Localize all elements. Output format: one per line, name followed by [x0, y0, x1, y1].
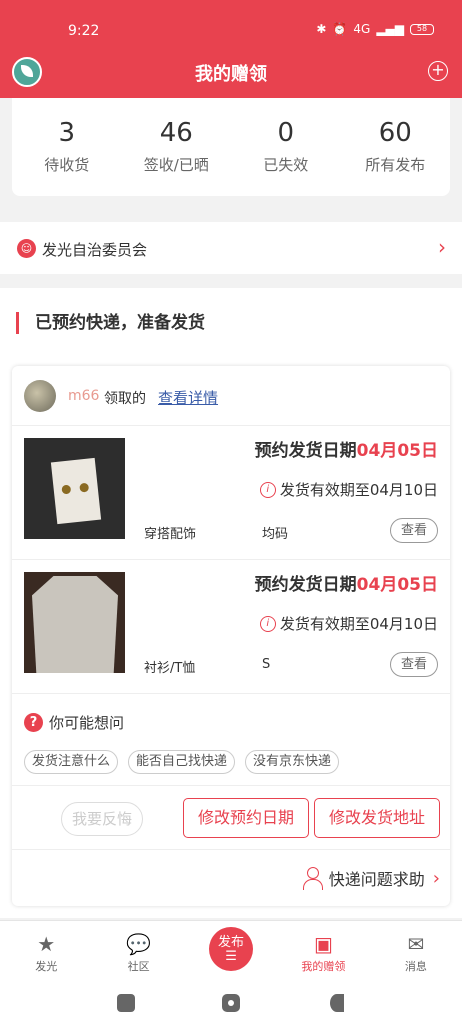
- valid-until-text: 发货有效期至04月10日: [279, 615, 438, 633]
- info-icon: i: [259, 481, 276, 498]
- nav-label: 发光: [35, 960, 58, 973]
- star-icon: ★: [37, 932, 56, 956]
- stat-value: 46: [159, 118, 193, 148]
- bottom-nav: ★ 发光 💬 社区 发布 ☰ ▣ 我的赠领 ✉ 消息: [0, 920, 462, 980]
- stat-value: 3: [58, 118, 76, 148]
- change-address-button[interactable]: 修改发货地址: [314, 798, 440, 838]
- ship-date-prefix: 预约发货日期: [254, 575, 357, 595]
- nav-item-my-gifts[interactable]: ▣ 我的赠领: [277, 921, 369, 980]
- gift-box-icon: ▣: [313, 932, 333, 956]
- list-item: 预约发货日期04月05日 i 发货有效期至04月10日 穿搭配饰 均码 查看: [12, 426, 450, 560]
- nav-label: 消息: [404, 960, 427, 973]
- claimed-text: 领取的: [104, 391, 146, 407]
- publish-button[interactable]: 发布 ☰: [209, 927, 254, 971]
- view-button[interactable]: 查看: [390, 652, 438, 677]
- stat-label: 签收/已晒: [143, 156, 209, 174]
- list-item: 预约发货日期04月05日 i 发货有效期至04月10日 衬衫/T恤 S 查看: [12, 560, 450, 694]
- stat-signed[interactable]: 46 签收/已晒: [122, 98, 232, 196]
- status-icons: ✱ ⏰ 4G ▂▄▆ 58: [316, 22, 434, 36]
- shipping-help-link[interactable]: 快递问题求助 ›: [302, 866, 440, 890]
- stat-expired[interactable]: 0 已失效: [231, 98, 341, 196]
- bluetooth-icon: ✱: [316, 22, 327, 36]
- valid-until: i 发货有效期至04月10日: [259, 479, 438, 500]
- battery-icon: 58: [410, 23, 434, 35]
- network-label: 4G: [353, 22, 371, 36]
- stat-all[interactable]: 60 所有发布: [341, 98, 451, 196]
- menu-icon[interactable]: [117, 994, 135, 1012]
- faq-title-text: 你可能想问: [49, 714, 125, 732]
- ship-date: 预约发货日期04月05日: [255, 570, 438, 595]
- ship-date-prefix: 预约发货日期: [254, 441, 357, 461]
- mail-icon: ✉: [407, 932, 425, 956]
- ship-date-value: 04月05日: [356, 441, 438, 461]
- faq-chip[interactable]: 发货注意什么: [24, 750, 119, 774]
- committee-icon: ☺: [17, 239, 36, 258]
- view-button[interactable]: 查看: [390, 518, 438, 543]
- nav-item-publish[interactable]: 发布 ☰: [185, 921, 277, 980]
- item-size: S: [262, 657, 271, 672]
- faq-block: ? 你可能想问 发货注意什么 能否自己找快递 没有京东快递: [12, 694, 450, 786]
- shipping-section: 已预约快递，准备发货 m66 领取的 查看详情 预约发货日期04月05日 i 发…: [0, 288, 462, 918]
- nav-label: 社区: [127, 960, 150, 973]
- claimer-username[interactable]: m66: [68, 388, 99, 404]
- committee-label: 发光自治委员会: [42, 241, 148, 259]
- regret-button[interactable]: 我要反悔: [61, 802, 143, 836]
- page-title: 我的赠领: [195, 64, 267, 85]
- publish-label: 发布: [218, 935, 245, 950]
- signal-icon: ▂▄▆: [376, 22, 404, 36]
- question-icon: ?: [24, 713, 43, 732]
- stat-label: 所有发布: [365, 156, 426, 174]
- system-nav-bar: [0, 980, 462, 1028]
- committee-row[interactable]: ☺ 发光自治委员会 ›: [0, 222, 462, 274]
- chevron-right-icon: ›: [438, 235, 446, 259]
- nav-item-messages[interactable]: ✉ 消息: [370, 921, 462, 980]
- plus-circle-icon[interactable]: +: [428, 61, 448, 81]
- stats-card: 3 待收货 46 签收/已晒 0 已失效 60 所有发布: [12, 98, 450, 196]
- view-details-link[interactable]: 查看详情: [158, 387, 218, 408]
- person-icon: [302, 867, 323, 890]
- faq-chip[interactable]: 能否自己找快递: [128, 750, 236, 774]
- claim-card: m66 领取的 查看详情 预约发货日期04月05日 i 发货有效期至04月10日…: [12, 366, 450, 906]
- faq-chip[interactable]: 没有京东快递: [245, 750, 340, 774]
- claimer-row: m66 领取的 查看详情: [12, 366, 450, 426]
- ship-date: 预约发货日期04月05日: [255, 436, 438, 461]
- ship-date-value: 04月05日: [356, 575, 438, 595]
- nav-label: 我的赠领: [301, 960, 346, 973]
- status-time: 9:22: [68, 23, 100, 39]
- stat-label: 待收货: [44, 156, 90, 174]
- top-bar: 9:22 ✱ ⏰ 4G ▂▄▆ 58 我的赠领 +: [0, 0, 462, 98]
- stat-value: 60: [378, 118, 412, 148]
- item-thumbnail[interactable]: [24, 438, 125, 539]
- back-icon[interactable]: [330, 994, 344, 1012]
- item-size: 均码: [262, 527, 289, 542]
- stat-value: 0: [277, 118, 295, 148]
- valid-until: i 发货有效期至04月10日: [259, 613, 438, 634]
- faq-title: ? 你可能想问: [24, 712, 124, 733]
- avatar[interactable]: [24, 380, 56, 412]
- section-title: 已预约快递，准备发货: [16, 312, 205, 334]
- nav-item-community[interactable]: 💬 社区: [92, 921, 184, 980]
- help-text: 快递问题求助: [328, 870, 425, 889]
- stat-label: 已失效: [263, 156, 309, 174]
- change-date-button[interactable]: 修改预约日期: [183, 798, 309, 838]
- valid-until-text: 发货有效期至04月10日: [279, 481, 438, 499]
- item-category: 穿搭配饰: [144, 527, 197, 542]
- item-category: 衬衫/T恤: [144, 661, 196, 676]
- nav-item-faguang[interactable]: ★ 发光: [0, 921, 92, 980]
- stat-pending[interactable]: 3 待收货: [12, 98, 122, 196]
- action-row: 我要反悔 修改预约日期 修改发货地址: [12, 786, 450, 850]
- info-icon: i: [259, 615, 276, 632]
- home-icon[interactable]: [222, 994, 240, 1012]
- faq-chips: 发货注意什么 能否自己找快递 没有京东快递: [24, 750, 340, 774]
- chat-icon: 💬: [126, 932, 152, 956]
- status-bar: 9:22 ✱ ⏰ 4G ▂▄▆ 58: [0, 0, 462, 44]
- chevron-right-icon: ›: [432, 867, 440, 889]
- alarm-icon: ⏰: [332, 22, 348, 36]
- item-thumbnail[interactable]: [24, 572, 125, 673]
